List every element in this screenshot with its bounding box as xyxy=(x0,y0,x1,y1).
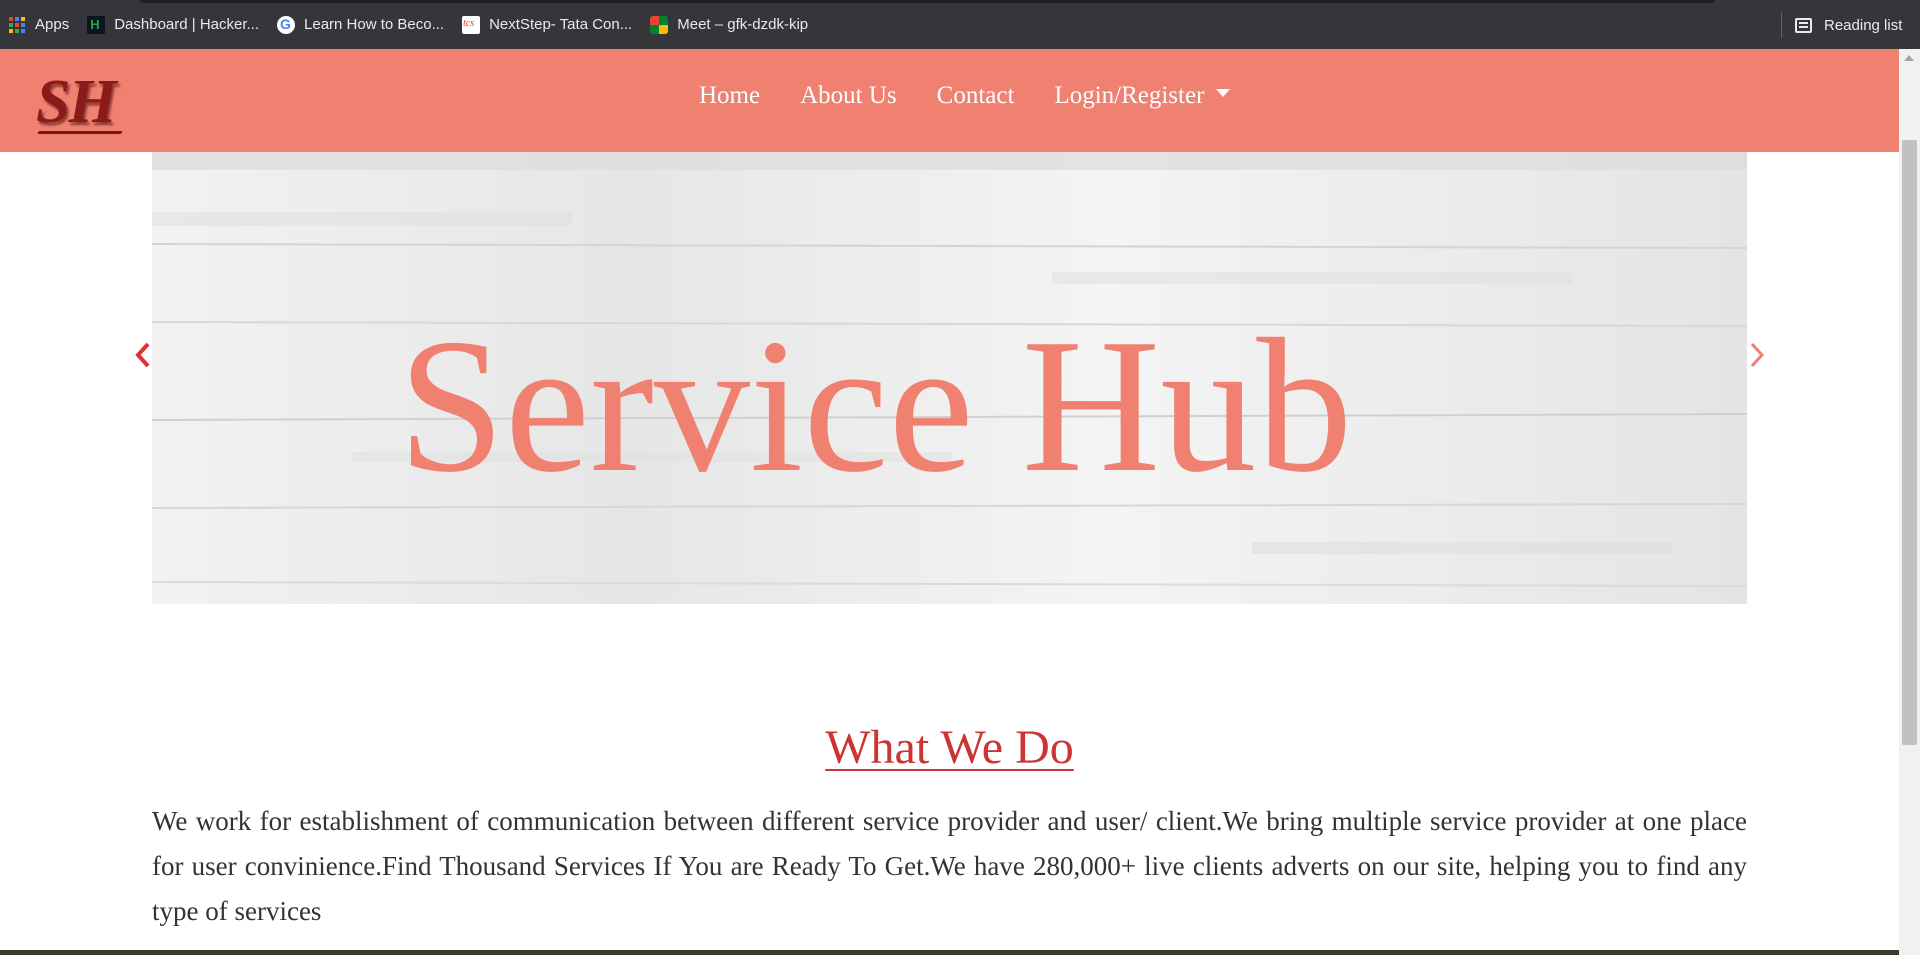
hero-title: Service Hub xyxy=(398,299,1353,512)
what-we-do-text: We work for establishment of communicati… xyxy=(152,806,1747,926)
chevron-left-icon xyxy=(135,342,150,368)
bookmark-label: Meet – gfk-dzdk-kip xyxy=(677,16,809,33)
what-we-do-heading: What We Do xyxy=(825,721,1074,774)
bookmark-meet[interactable]: Meet – gfk-dzdk-kip xyxy=(642,10,816,40)
nav-home[interactable]: Home xyxy=(699,82,760,110)
site-logo[interactable]: SH xyxy=(36,71,117,133)
carousel-next-button[interactable] xyxy=(1746,340,1768,370)
hero-carousel: Service Hub xyxy=(152,152,1747,604)
site-navbar: SH Home About Us Contact Login/Register xyxy=(0,49,1899,152)
bookmark-learn[interactable]: Learn How to Beco... xyxy=(269,10,452,40)
reading-list-button[interactable]: Reading list xyxy=(1795,10,1902,40)
apps-grid-icon xyxy=(8,16,26,34)
reading-list-icon xyxy=(1795,17,1812,33)
bookmark-nextstep[interactable]: NextStep- Tata Con... xyxy=(454,10,640,40)
bookmark-label: Dashboard | Hacker... xyxy=(114,16,260,33)
hackerrank-icon xyxy=(87,15,106,34)
meet-icon xyxy=(650,15,669,34)
nav-contact[interactable]: Contact xyxy=(937,82,1015,110)
chevron-right-icon xyxy=(1750,342,1765,368)
nav-login-register[interactable]: Login/Register xyxy=(1054,82,1204,110)
bookmark-label: Learn How to Beco... xyxy=(304,16,445,33)
tcs-icon xyxy=(462,15,481,34)
nav-links: Home About Us Contact Login/Register xyxy=(699,82,1231,110)
taskbar-edge xyxy=(0,950,1899,955)
tab-strip-edge xyxy=(140,0,1715,3)
reading-list-label: Reading list xyxy=(1824,16,1903,34)
nav-about-us[interactable]: About Us xyxy=(800,82,897,110)
bookmark-label: NextStep- Tata Con... xyxy=(489,16,633,33)
scrollbar-thumb[interactable] xyxy=(1902,140,1917,745)
bookmark-label: Apps xyxy=(35,16,70,33)
bookmark-apps[interactable]: Apps xyxy=(0,10,77,40)
bookmarks-separator xyxy=(1781,12,1782,38)
logo-swoosh xyxy=(37,131,123,134)
bookmarks-bar: Apps Dashboard | Hacker... Learn How to … xyxy=(0,0,1920,49)
carousel-prev-button[interactable] xyxy=(132,340,154,370)
dropdown-caret-icon[interactable] xyxy=(1216,89,1231,97)
google-icon xyxy=(277,15,296,34)
scroll-up-arrow-icon[interactable] xyxy=(1904,55,1914,61)
bookmark-hackerrank[interactable]: Dashboard | Hacker... xyxy=(79,10,267,40)
